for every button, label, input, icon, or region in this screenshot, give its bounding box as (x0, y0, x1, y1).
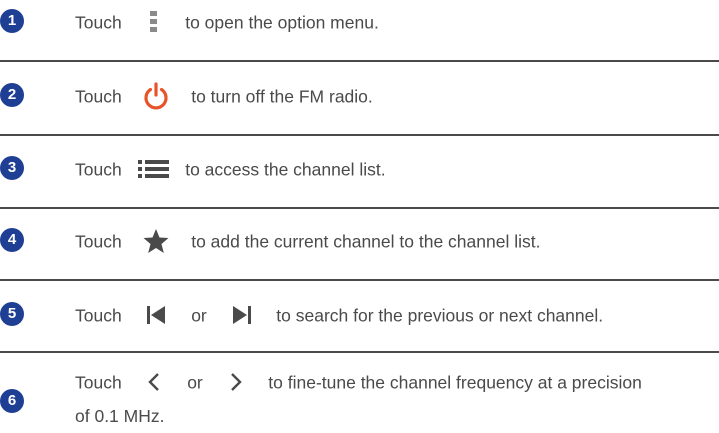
step-2-text: Touch to turn off the FM radio. (75, 78, 373, 113)
fm-radio-steps: 1 Touch to open the option menu. 2 Touch… (0, 0, 719, 428)
divider-2 (0, 134, 719, 136)
step-5-rest: to search for the previous or next chann… (276, 305, 604, 326)
divider-5 (0, 351, 719, 353)
divider-3 (0, 207, 719, 209)
step-1-rest: to open the option menu. (185, 12, 379, 33)
step-6-or: or (187, 372, 203, 393)
step-5-text: Touch or to search for the previous or n… (75, 297, 603, 332)
step-5-or: or (191, 305, 207, 326)
step-5-touch: Touch (75, 305, 122, 326)
chevron-right-icon (230, 373, 242, 392)
previous-channel-icon (147, 306, 166, 325)
step-4-rest: to add the current channel to the channe… (191, 231, 541, 252)
step-3-rest: to access the channel list. (185, 159, 386, 180)
step-3-touch: Touch (75, 159, 122, 180)
step-number-6: 6 (0, 389, 24, 413)
step-6-rest: to fine-tune the channel frequency at a … (268, 372, 642, 393)
channel-list-icon (138, 160, 170, 179)
step-4-touch: Touch (75, 231, 122, 252)
step-number-1: 1 (0, 9, 24, 33)
star-icon (143, 229, 169, 254)
step-3-text: Touch to access the channel list. (75, 151, 386, 186)
divider-4 (0, 279, 719, 281)
overflow-menu-icon (150, 11, 158, 33)
step-1-touch: Touch (75, 12, 122, 33)
step-4-text: Touch to add the current channel to the … (75, 223, 540, 258)
step-6-text: Touch or to fine-tune the channel freque… (75, 364, 642, 399)
chevron-left-icon (148, 373, 160, 392)
power-icon (144, 82, 169, 110)
step-2-touch: Touch (75, 86, 122, 107)
divider-1 (0, 60, 719, 62)
step-1-text: Touch to open the option menu. (75, 4, 379, 39)
step-6-touch: Touch (75, 372, 122, 393)
next-channel-icon (232, 306, 251, 325)
step-number-5: 5 (0, 302, 24, 326)
step-number-3: 3 (0, 156, 24, 180)
step-2-rest: to turn off the FM radio. (191, 86, 373, 107)
step-number-2: 2 (0, 83, 24, 107)
step-number-4: 4 (0, 228, 24, 252)
